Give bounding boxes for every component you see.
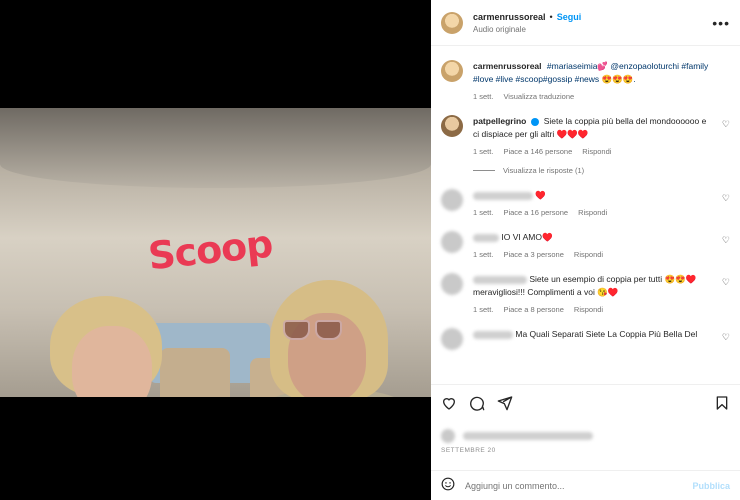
blurred-username (473, 233, 499, 242)
avatar[interactable] (441, 11, 463, 34)
media-area: Scoop (0, 0, 431, 500)
comment-item: patpellegrino Siete la coppia più bella … (441, 115, 730, 156)
replies-line (473, 170, 495, 171)
heart-icon[interactable]: ♡ (722, 277, 730, 288)
send-icon[interactable] (497, 395, 513, 415)
video-player[interactable]: Scoop (0, 108, 431, 397)
avatar[interactable] (441, 189, 463, 211)
post-panel: carmenrussoreal • Segui Audio originale … (431, 0, 740, 500)
emoji-icon[interactable] (441, 477, 455, 494)
publish-button[interactable]: Pubblica (692, 481, 730, 491)
avatar[interactable] (441, 60, 463, 82)
blurred-username (473, 275, 527, 284)
comment-text: IO VI AMO♥️ (501, 232, 553, 242)
blurred-username (473, 330, 513, 339)
comment-time[interactable]: 1 sett. (473, 208, 493, 217)
comment-item: Siete un esempio di coppia per tutti 😍😍♥… (441, 273, 730, 314)
avatar[interactable] (441, 273, 463, 295)
comment-text: Ma Quali Separati Siete La Coppia Più Be… (515, 329, 698, 339)
car-seat (160, 348, 230, 397)
heart-icon[interactable]: ♡ (722, 193, 730, 204)
post-header: carmenrussoreal • Segui Audio originale … (431, 0, 740, 46)
heart-icon[interactable] (441, 395, 457, 415)
comment-likes[interactable]: Piace a 146 persone (503, 147, 572, 156)
comment-icon[interactable] (469, 395, 485, 415)
comment-item: ♥️ 1 sett. Piace a 16 persone Rispondi ♡ (441, 189, 730, 217)
heart-icon[interactable]: ♡ (722, 332, 730, 343)
reply-button[interactable]: Rispondi (578, 208, 607, 217)
avatar[interactable] (441, 231, 463, 253)
comment-likes[interactable]: Piace a 8 persone (503, 305, 563, 314)
reply-button[interactable]: Rispondi (582, 147, 611, 156)
caption-time[interactable]: 1 sett. (473, 92, 493, 101)
more-horizontal-icon[interactable]: ••• (712, 15, 730, 31)
translate-link[interactable]: Visualizza traduzione (503, 92, 574, 101)
avatar[interactable] (441, 328, 463, 350)
comment-username[interactable]: patpellegrino (473, 116, 526, 126)
add-comment-bar: Pubblica (431, 470, 740, 500)
post-date[interactable]: SETTEMBRE 20 (441, 447, 730, 454)
blurred-username (473, 191, 533, 200)
blurred-likes (463, 431, 594, 440)
author-username[interactable]: carmenrussoreal (473, 12, 546, 22)
view-replies[interactable]: Visualizza le risposte (1) (473, 166, 730, 175)
avatar[interactable] (441, 115, 463, 137)
separator-dot: • (549, 11, 553, 22)
comment-item: Ma Quali Separati Siete La Coppia Più Be… (441, 328, 730, 350)
comment-time[interactable]: 1 sett. (473, 305, 493, 314)
verified-badge-icon (531, 117, 540, 126)
audio-label[interactable]: Audio originale (473, 25, 712, 34)
scoop-sticker: Scoop (146, 221, 275, 279)
car-roof (0, 108, 431, 188)
reply-button[interactable]: Rispondi (574, 305, 603, 314)
woman-face (72, 326, 152, 397)
comment-time[interactable]: 1 sett. (473, 250, 493, 259)
caption-username[interactable]: carmenrussoreal (473, 61, 542, 71)
heart-icon[interactable]: ♡ (722, 119, 730, 130)
reply-button[interactable]: Rispondi (574, 250, 603, 259)
likes-summary[interactable] (441, 427, 730, 443)
avatar (441, 428, 455, 443)
comment-input[interactable] (465, 480, 693, 491)
comment-likes[interactable]: Piace a 3 persone (503, 250, 563, 259)
heart-icon[interactable]: ♡ (722, 235, 730, 246)
view-replies-label[interactable]: Visualizza le risposte (1) (503, 166, 584, 175)
comment-likes[interactable]: Piace a 16 persone (503, 208, 568, 217)
caption: carmenrussoreal #mariaseimia💕 @enzopaolo… (441, 60, 730, 101)
comments-list[interactable]: carmenrussoreal #mariaseimia💕 @enzopaolo… (431, 46, 740, 384)
bookmark-icon[interactable] (714, 395, 730, 415)
comment-text: ♥️ (535, 190, 546, 200)
follow-button[interactable]: Segui (557, 12, 582, 22)
header-text: carmenrussoreal • Segui Audio originale (473, 12, 712, 34)
comment-item: IO VI AMO♥️ 1 sett. Piace a 3 persone Ri… (441, 231, 730, 259)
comment-time[interactable]: 1 sett. (473, 147, 493, 156)
sunglasses (283, 320, 345, 342)
post-actions: SETTEMBRE 20 Pubblica (431, 384, 740, 500)
